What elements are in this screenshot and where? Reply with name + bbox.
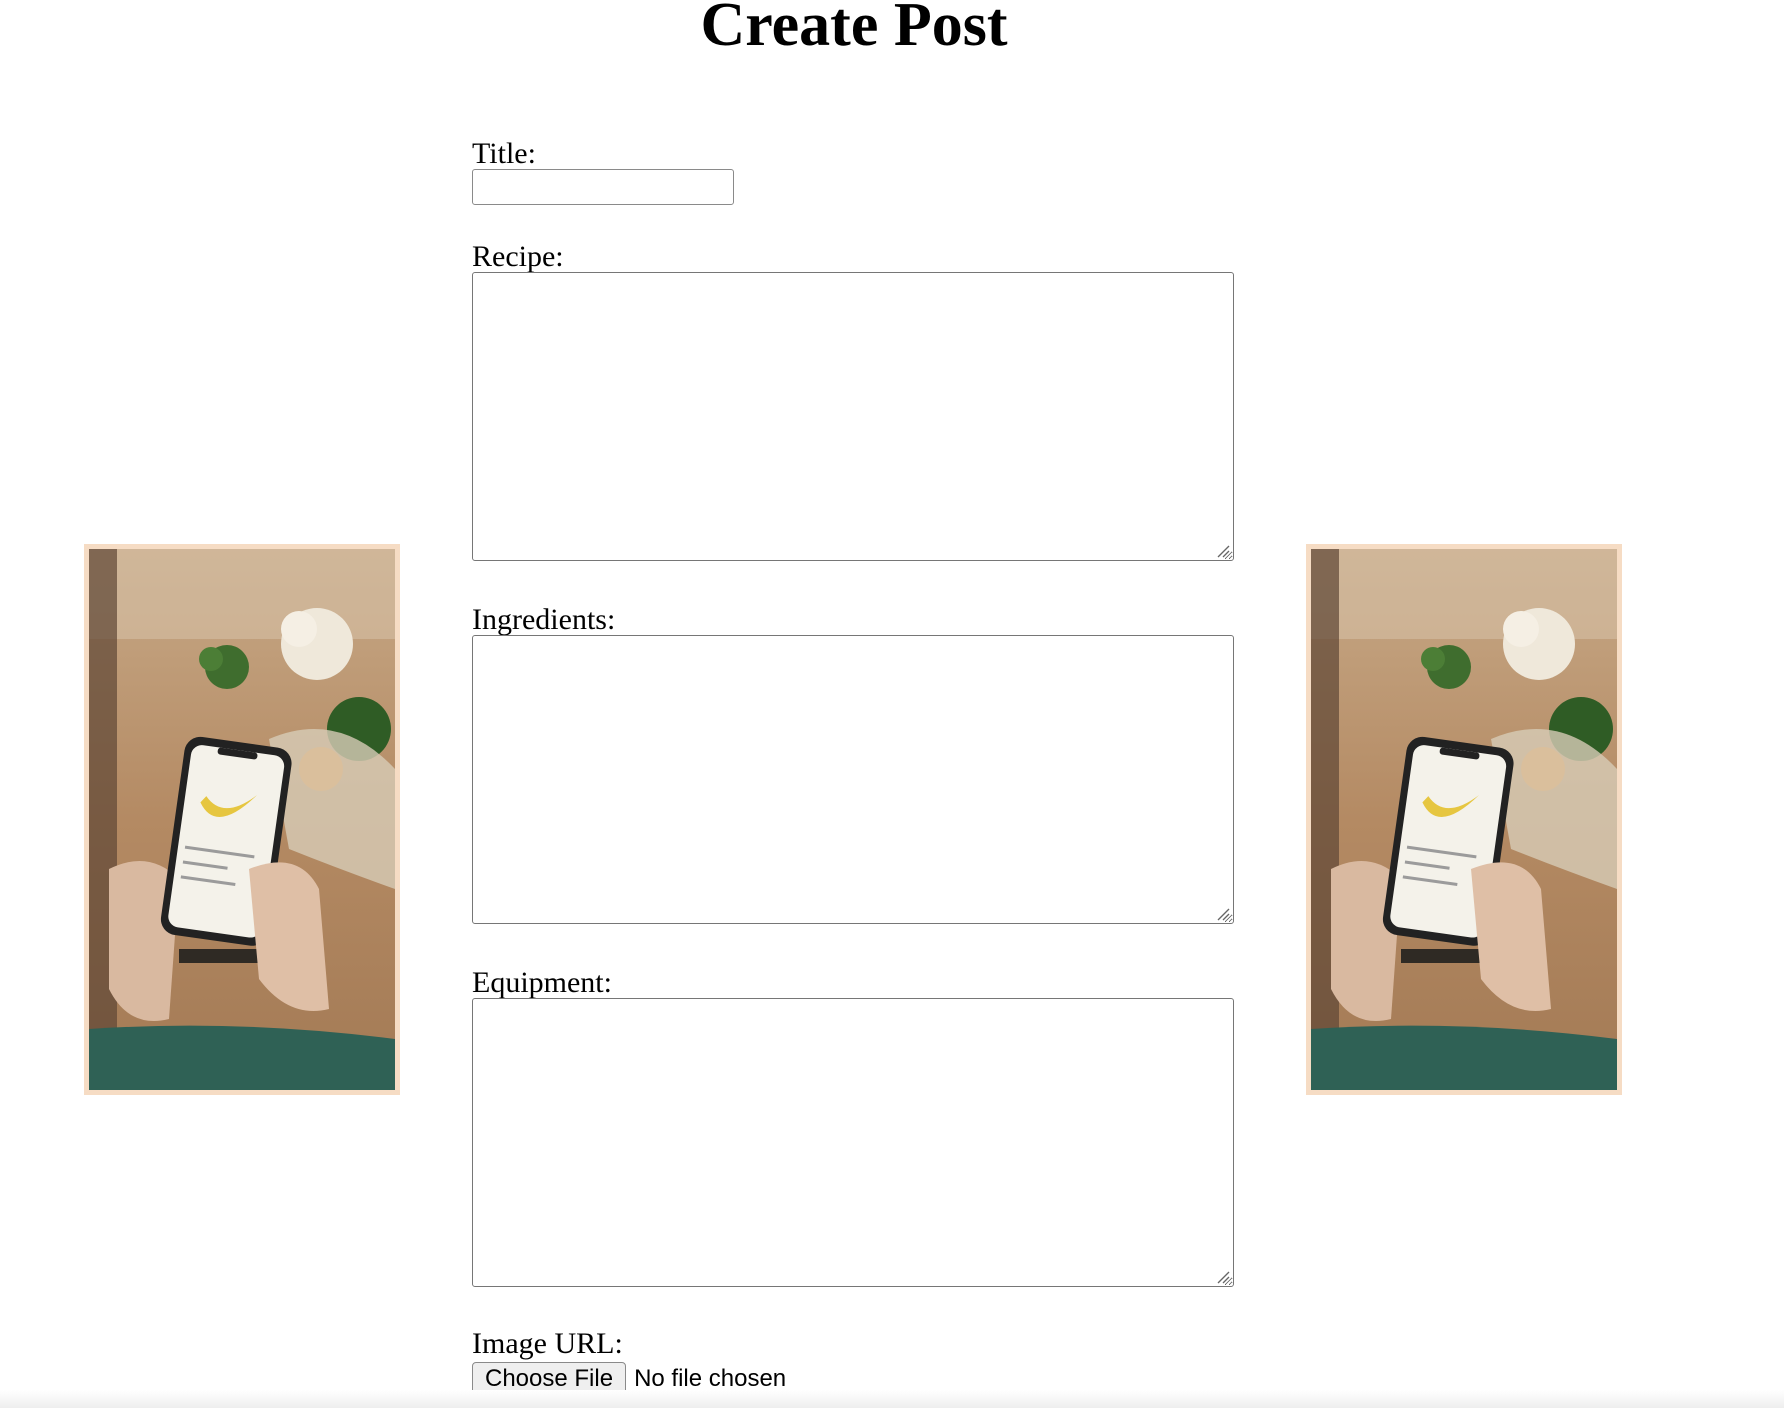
title-input[interactable]: [472, 169, 734, 205]
create-post-page: Create Post Title: Recipe: Ingredients: …: [0, 0, 1784, 1408]
equipment-label: Equipment:: [472, 966, 612, 999]
recipe-label: Recipe:: [472, 240, 564, 273]
page-title: Create Post: [700, 0, 1008, 59]
title-label: Title:: [472, 137, 536, 170]
right-phone-photo: [1306, 544, 1622, 1095]
recipe-textarea[interactable]: [472, 272, 1234, 561]
ingredients-textarea[interactable]: [472, 635, 1234, 924]
left-phone-photo: [84, 544, 400, 1095]
equipment-textarea[interactable]: [472, 998, 1234, 1287]
image-url-label: Image URL:: [472, 1327, 623, 1360]
phone-photo-illustration: [89, 549, 395, 1090]
phone-photo-illustration: [1311, 549, 1617, 1090]
viewport-bottom-edge: [0, 1390, 1784, 1408]
file-status-text: No file chosen: [634, 1365, 787, 1392]
ingredients-label: Ingredients:: [472, 603, 616, 636]
